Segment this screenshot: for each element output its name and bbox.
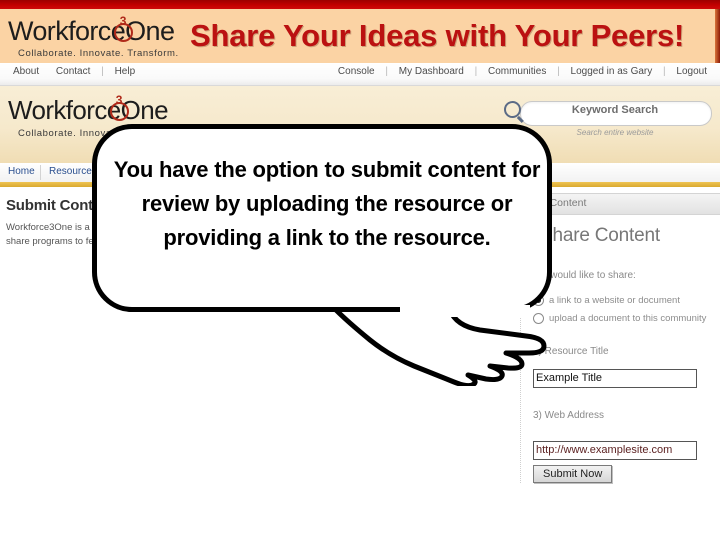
nav-item-resources[interactable]: Resources xyxy=(49,166,97,177)
search-placeholder: Keyword Search xyxy=(571,104,659,116)
util-console[interactable]: Console xyxy=(331,66,382,77)
utility-nav-bar: About Contact | Help Console | My Dashbo… xyxy=(0,63,720,86)
web-address-input[interactable]: http://www.examplesite.com xyxy=(533,441,697,460)
search-box[interactable]: Keyword Search Search entire website xyxy=(504,101,712,137)
submit-now-button[interactable]: Submit Now xyxy=(533,465,613,483)
inner-logo-e-mark: e3 xyxy=(107,93,129,126)
callout-text: You have the option to submit content fo… xyxy=(113,157,541,250)
util-contact[interactable]: Contact xyxy=(49,66,97,77)
util-communities[interactable]: Communities xyxy=(481,66,553,77)
site-logo: Workforce 3 One Collaborate. Innovate. Tra… xyxy=(8,14,179,59)
banner-right-edge xyxy=(715,9,720,63)
utility-nav-left: About Contact | Help xyxy=(6,66,142,77)
top-red-rule xyxy=(0,0,720,9)
utility-nav-right: Console | My Dashboard | Communities | L… xyxy=(331,66,714,77)
magnifier-icon xyxy=(504,101,521,118)
slide-canvas: Workforce 3 One Collaborate. Innovate. Tra… xyxy=(0,0,720,540)
form-q3-label: 3) Web Address xyxy=(533,410,604,421)
logo-word1: Workforc xyxy=(8,16,111,46)
search-subtext: Search entire website xyxy=(576,128,654,137)
util-about[interactable]: About xyxy=(6,66,46,77)
callout-bubble: You have the option to submit content fo… xyxy=(92,124,552,312)
util-my-dashboard[interactable]: My Dashboard xyxy=(392,66,471,77)
logo-tagline: Collaborate. Innovate. Transform. xyxy=(18,48,179,59)
nav-item-home[interactable]: Home xyxy=(8,166,35,177)
util-logged-in-as: Logged in as Gary xyxy=(570,66,653,77)
share-content-heading: Share Content xyxy=(540,225,660,246)
logo-e-mark: e3 xyxy=(111,14,133,47)
page-title: Share Your Ideas with Your Peers! xyxy=(190,18,685,53)
util-help[interactable]: Help xyxy=(108,66,143,77)
form-q1-label: 1) I would like to share: xyxy=(533,270,636,281)
util-logout[interactable]: Logout xyxy=(669,66,714,77)
inner-logo-word1: Workforc xyxy=(8,95,107,125)
